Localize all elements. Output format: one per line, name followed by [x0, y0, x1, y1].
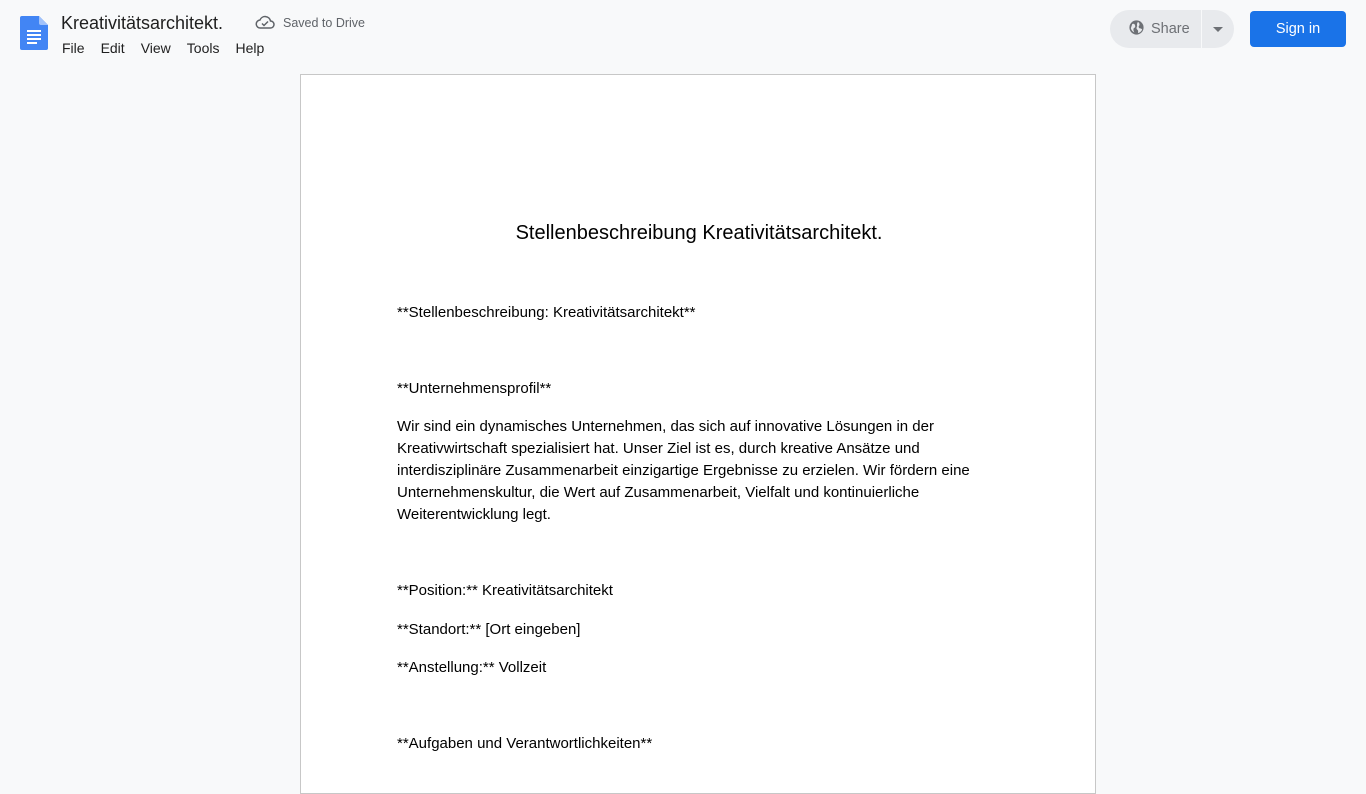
paragraph-company-profile: Wir sind ein dynamisches Unternehmen, da…	[397, 418, 970, 523]
menu-help[interactable]: Help	[227, 36, 272, 60]
menu-file[interactable]: File	[54, 36, 93, 60]
share-label: Share	[1151, 21, 1190, 37]
document-page[interactable]: Stellenbeschreibung Kreativitätsarchitek…	[300, 74, 1096, 794]
save-status-label: Saved to Drive	[283, 16, 365, 30]
cloud-done-icon	[255, 14, 275, 33]
globe-icon	[1128, 19, 1145, 40]
paragraph-tasks-heading: **Aufgaben und Verantwortlichkeiten**	[397, 735, 653, 752]
document-title[interactable]: Kreativitätsarchitekt.	[61, 11, 223, 35]
menu-tools[interactable]: Tools	[179, 36, 228, 60]
menu-edit[interactable]: Edit	[93, 36, 133, 60]
menu-bar: File Edit View Tools Help	[54, 36, 272, 60]
sign-in-button[interactable]: Sign in	[1250, 11, 1346, 47]
share-button[interactable]: Share	[1110, 10, 1201, 48]
paragraph-company-profile-heading: **Unternehmensprofil**	[397, 380, 552, 397]
paragraph-position: **Position:** Kreativitätsarchitekt	[397, 582, 613, 599]
caret-down-icon	[1213, 26, 1223, 32]
paragraph-employment: **Anstellung:** Vollzeit	[397, 659, 547, 676]
paragraph-job-title: **Stellenbeschreibung: Kreativitätsarchi…	[397, 304, 696, 321]
document-heading: Stellenbeschreibung Kreativitätsarchitek…	[515, 222, 883, 244]
top-bar: Kreativitätsarchitekt. Saved to Drive Fi…	[0, 0, 1366, 64]
paragraph-location: **Standort:** [Ort eingeben]	[397, 621, 581, 638]
share-button-group: Share	[1110, 10, 1234, 48]
google-docs-logo-icon[interactable]	[20, 16, 48, 50]
save-status: Saved to Drive	[255, 14, 365, 32]
menu-view[interactable]: View	[133, 36, 179, 60]
share-options-dropdown[interactable]	[1202, 10, 1234, 48]
